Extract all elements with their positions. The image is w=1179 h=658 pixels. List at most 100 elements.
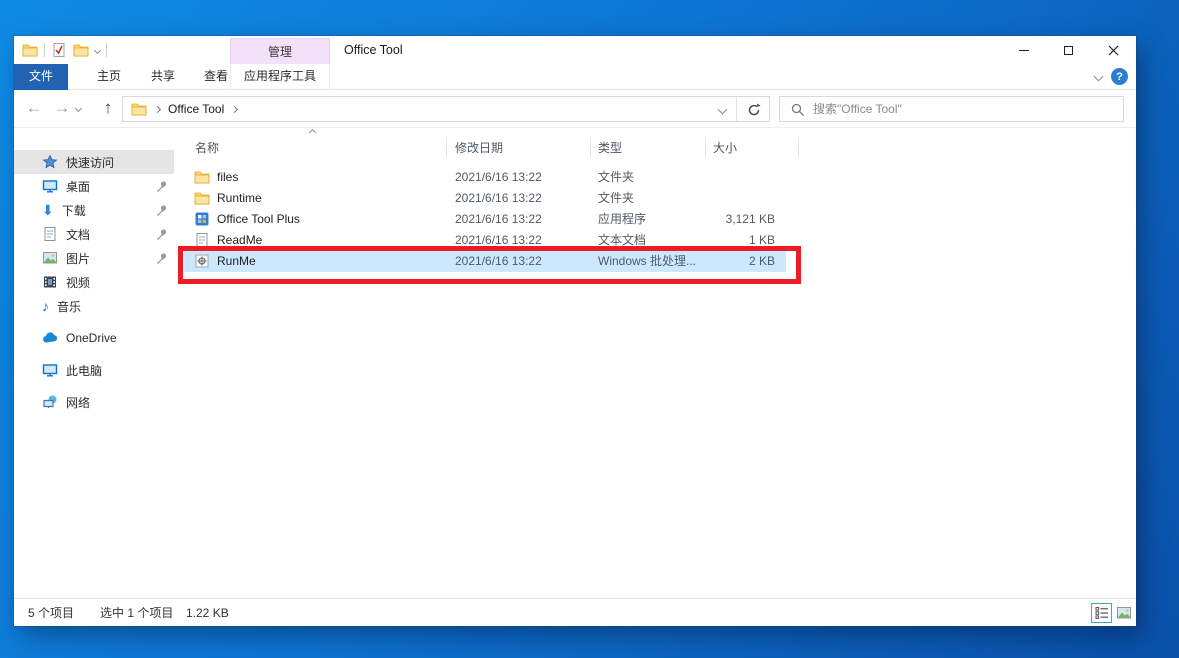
tab-file[interactable]: 文件 <box>14 64 68 90</box>
file-date: 2021/6/16 13:22 <box>455 251 542 272</box>
navigation-toolbar: ← → ↑ Office Tool <box>14 90 1136 128</box>
up-button[interactable]: ↑ <box>96 90 120 128</box>
sidebar-item-downloads[interactable]: ⬇ 下载 <box>14 198 174 222</box>
column-header-date[interactable]: 修改日期 <box>455 136 503 160</box>
refresh-icon <box>746 102 761 117</box>
sidebar-item-network[interactable]: 网络 <box>14 390 174 414</box>
contextual-tab-group-label: 管理 <box>230 38 330 64</box>
file-name: ReadMe <box>217 230 262 251</box>
sidebar-item-label: 文档 <box>66 226 146 243</box>
sidebar-item-label: OneDrive <box>66 331 174 345</box>
batch-file-icon <box>194 253 210 269</box>
sidebar-item-pictures[interactable]: 图片 <box>14 246 174 270</box>
new-folder-icon[interactable] <box>73 42 89 58</box>
breadcrumb-chevron-icon <box>154 105 161 112</box>
sidebar-item-this-pc[interactable]: 此电脑 <box>14 358 174 382</box>
column-divider[interactable] <box>798 138 799 156</box>
column-divider[interactable] <box>705 138 706 156</box>
refresh-button[interactable] <box>737 97 769 121</box>
cloud-icon <box>42 330 58 346</box>
large-icons-view-button[interactable] <box>1113 603 1134 623</box>
file-size: 1 KB <box>685 230 775 251</box>
minimize-icon <box>1019 50 1029 51</box>
breadcrumb-folder[interactable]: Office Tool <box>168 102 224 116</box>
search-icon <box>790 102 805 117</box>
toolbar-separator <box>106 43 107 57</box>
window-title: Office Tool <box>344 36 403 64</box>
sidebar-item-quick-access[interactable]: 快速访问 <box>14 150 174 174</box>
file-name: Office Tool Plus <box>217 209 300 230</box>
sidebar-item-videos[interactable]: 视频 <box>14 270 174 294</box>
tab-share[interactable]: 共享 <box>136 64 190 90</box>
sidebar-item-label: 此电脑 <box>66 362 174 379</box>
minimize-button[interactable] <box>1001 36 1046 64</box>
file-row-files[interactable]: files 2021/6/16 13:22 文件夹 <box>184 167 786 188</box>
toolbar-separator <box>44 43 45 57</box>
picture-icon <box>42 250 58 266</box>
file-row-runme-selected[interactable]: RunMe 2021/6/16 13:22 Windows 批处理... 2 K… <box>184 251 786 272</box>
file-list: 名称 修改日期 类型 大小 files 2021/6/16 13:22 文件夹 … <box>180 128 1136 598</box>
sidebar-item-music[interactable]: ♪ 音乐 <box>14 294 174 318</box>
file-name: files <box>217 167 238 188</box>
explorer-window: 管理 Office Tool 文件 主页 共享 查看 应用程序工具 ? ← → … <box>14 36 1136 626</box>
tab-app-tools[interactable]: 应用程序工具 <box>230 64 330 90</box>
folder-icon[interactable] <box>22 42 38 58</box>
sidebar-item-label: 桌面 <box>66 178 146 195</box>
sidebar-item-label: 图片 <box>66 250 146 267</box>
file-row-office-tool-plus[interactable]: Office Tool Plus 2021/6/16 13:22 应用程序 3,… <box>184 209 786 230</box>
address-bar[interactable]: Office Tool <box>122 96 770 122</box>
download-arrow-icon: ⬇ <box>42 202 54 218</box>
status-bar: 5 个项目 选中 1 个项目 1.22 KB <box>14 598 1136 626</box>
expand-ribbon-chevron-icon[interactable] <box>1094 72 1104 82</box>
ribbon-tab-row: 文件 主页 共享 查看 应用程序工具 ? <box>14 64 1136 90</box>
customize-qat-chevron-icon[interactable] <box>94 46 101 53</box>
back-button[interactable]: ← <box>22 90 46 128</box>
file-date: 2021/6/16 13:22 <box>455 167 542 188</box>
sidebar-item-desktop[interactable]: 桌面 <box>14 174 174 198</box>
chevron-down-icon <box>717 104 727 114</box>
recent-locations-chevron-icon[interactable] <box>75 105 82 112</box>
file-type: 应用程序 <box>598 209 646 230</box>
file-row-runtime[interactable]: Runtime 2021/6/16 13:22 文件夹 <box>184 188 786 209</box>
file-size: 2 KB <box>685 251 775 272</box>
details-view-button[interactable] <box>1091 603 1112 623</box>
breadcrumb: Office Tool <box>123 101 708 117</box>
title-bar: 管理 Office Tool <box>14 36 1136 64</box>
folder-icon[interactable] <box>131 101 147 117</box>
column-header-name[interactable]: 名称 <box>195 136 219 160</box>
file-date: 2021/6/16 13:22 <box>455 230 542 251</box>
window-controls <box>1001 36 1136 64</box>
column-header-type[interactable]: 类型 <box>598 136 622 160</box>
thumbnail-view-icon <box>1116 605 1132 621</box>
details-view-icon <box>1094 605 1110 621</box>
column-header-size[interactable]: 大小 <box>713 136 737 160</box>
folder-icon <box>194 190 210 206</box>
file-date: 2021/6/16 13:22 <box>455 188 542 209</box>
items-count: 5 个项目 <box>28 599 74 627</box>
pin-icon <box>154 251 168 265</box>
column-divider[interactable] <box>446 138 447 156</box>
help-button[interactable]: ? <box>1111 68 1128 85</box>
monitor-icon <box>42 178 58 194</box>
maximize-button[interactable] <box>1046 36 1091 64</box>
maximize-icon <box>1064 46 1073 55</box>
search-box <box>779 96 1124 122</box>
sidebar-item-documents[interactable]: 文档 <box>14 222 174 246</box>
forward-button[interactable]: → <box>50 90 74 128</box>
close-button[interactable] <box>1091 36 1136 64</box>
content-area: 快速访问 桌面 ⬇ 下载 文档 图片 <box>14 128 1136 598</box>
tab-home[interactable]: 主页 <box>82 64 136 90</box>
file-row-readme[interactable]: ReadMe 2021/6/16 13:22 文本文档 1 KB <box>184 230 786 251</box>
sidebar-item-label: 下载 <box>62 202 146 219</box>
file-name: RunMe <box>217 251 256 272</box>
properties-check-icon[interactable] <box>51 42 67 58</box>
sidebar-item-label: 网络 <box>66 394 174 411</box>
breadcrumb-chevron-icon[interactable] <box>231 105 238 112</box>
sidebar-item-onedrive[interactable]: OneDrive <box>14 326 174 350</box>
document-icon <box>42 226 58 242</box>
search-input[interactable] <box>813 102 1123 116</box>
column-divider[interactable] <box>590 138 591 156</box>
address-dropdown-button[interactable] <box>708 97 736 121</box>
music-note-icon: ♪ <box>42 298 49 314</box>
file-date: 2021/6/16 13:22 <box>455 209 542 230</box>
